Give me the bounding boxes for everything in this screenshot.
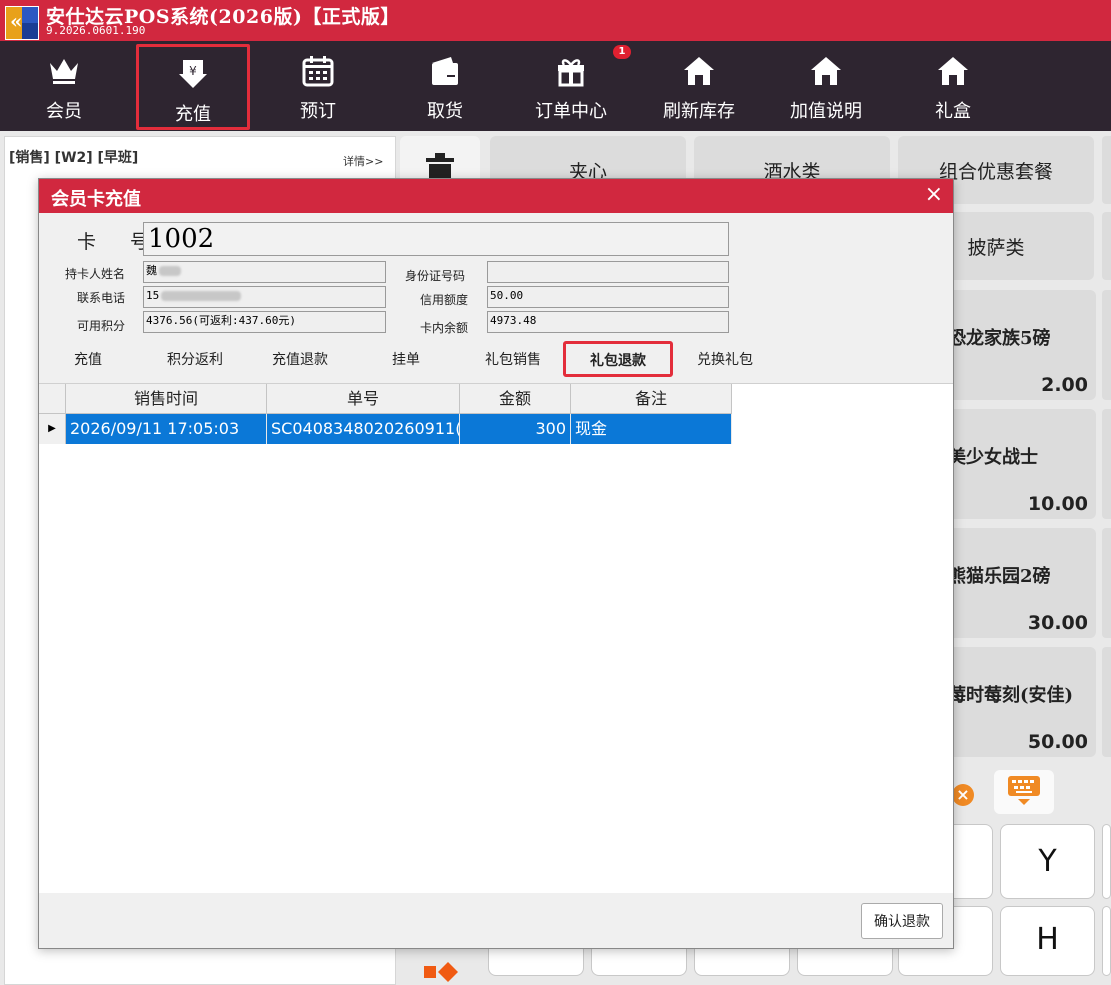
app-logo-icon: « — [5, 6, 39, 40]
keypad-key-h[interactable]: H — [1000, 906, 1095, 976]
category-tile-edge — [1102, 212, 1111, 280]
row-pointer-icon: ▶ — [39, 414, 66, 444]
dialog-title: 会员卡充值 — [51, 189, 141, 210]
toolbar-recharge-label: 充值 — [175, 104, 211, 125]
tab-gift-exchange[interactable]: 兑换礼包 — [697, 349, 753, 369]
product-name: 莓时莓刻(安佳) — [948, 685, 1074, 706]
toolbar-booking-button[interactable]: 预订 — [262, 41, 374, 131]
cell-note: 现金 — [571, 414, 732, 444]
id-number-label: 身份证号码 — [405, 269, 466, 283]
dialog-tabs: 充值 积分返利 充值退款 挂单 礼包销售 礼包退款 兑换礼包 — [39, 339, 953, 377]
yuan-down-icon: ¥ — [179, 60, 207, 88]
product-tile-edge — [1102, 409, 1111, 519]
crown-icon — [50, 59, 78, 84]
phone-value: 15 — [146, 289, 160, 302]
orange-diamond-icon — [424, 962, 458, 982]
tab-recharge-refund[interactable]: 充值退款 — [272, 349, 328, 369]
close-icon[interactable]: × — [925, 182, 943, 207]
home-icon — [684, 57, 714, 85]
tab-points-rebate[interactable]: 积分返利 — [167, 349, 223, 369]
refund-grid: 销售时间 单号 金额 备注 ▶ 2026/09/11 17:05:03 SC04… — [39, 383, 953, 894]
home-icon — [938, 57, 968, 85]
holder-name-field[interactable]: 魏 — [143, 261, 386, 283]
product-name: 恐龙家族5磅 — [948, 328, 1051, 349]
credit-limit-field[interactable]: 50.00 — [487, 286, 729, 308]
card-balance-field[interactable]: 4973.48 — [487, 311, 729, 333]
column-header[interactable]: 备注 — [571, 384, 732, 414]
wallet-icon — [432, 57, 458, 85]
keypad-key[interactable] — [1102, 824, 1111, 899]
tab-gift-refund[interactable]: 礼包退款 — [563, 341, 673, 377]
column-header[interactable]: 销售时间 — [66, 384, 267, 414]
product-tile-edge — [1102, 528, 1111, 638]
phone-field[interactable]: 15 — [143, 286, 386, 308]
toolbar-gift-box-label: 礼盒 — [935, 101, 971, 122]
keyboard-toggle-button[interactable] — [994, 770, 1054, 814]
product-price: 50.00 — [1027, 731, 1088, 753]
keypad-key-y[interactable]: Y — [1000, 824, 1095, 899]
order-center-badge: 1 — [613, 45, 631, 59]
column-header[interactable]: 单号 — [267, 384, 460, 414]
toolbar-member-label: 会员 — [46, 101, 82, 122]
grid-header: 销售时间 单号 金额 备注 — [39, 384, 732, 414]
id-number-field[interactable] — [487, 261, 729, 283]
cell-amount: 300 — [460, 414, 571, 444]
redacted-mask — [159, 266, 181, 276]
points-label: 可用积分 — [77, 319, 126, 333]
toolbar-addon-info-label: 加值说明 — [790, 101, 862, 122]
product-name: 美少女战士 — [948, 447, 1038, 468]
product-name: 熊猫乐园2磅 — [948, 566, 1051, 587]
category-tile-edge — [1102, 136, 1111, 204]
toolbar-pickup-button[interactable]: 取货 — [389, 41, 501, 131]
toolbar-pickup-label: 取货 — [427, 101, 463, 122]
grid-corner — [39, 384, 66, 414]
keypad-key[interactable] — [1102, 906, 1111, 976]
details-link[interactable]: 详情>> — [343, 153, 383, 169]
tab-gift-sale[interactable]: 礼包销售 — [485, 349, 541, 369]
cell-sale-time: 2026/09/11 17:05:03 — [66, 414, 267, 444]
toolbar-gift-box-button[interactable]: 礼盒 — [897, 41, 1009, 131]
toolbar-order-center-button[interactable]: 1 订单中心 — [515, 41, 631, 131]
member-recharge-dialog: 会员卡充值 × 卡 号 1002 持卡人姓名 魏 身份证号码 联系电话 15 信… — [38, 178, 954, 949]
product-price: 2.00 — [1041, 374, 1088, 396]
clear-icon[interactable]: × — [952, 784, 974, 806]
toolbar-refresh-stock-label: 刷新库存 — [663, 101, 735, 122]
shift-info: [销售] [W2] [早班] — [9, 150, 139, 166]
tab-recharge[interactable]: 充值 — [74, 349, 102, 369]
title-bar: « 安仕达云POS系统(2026版)【正式版】 9.2026.0601.190 — [0, 0, 1111, 41]
confirm-refund-button[interactable]: 确认退款 — [861, 903, 943, 939]
home-icon — [811, 57, 841, 85]
redacted-mask — [161, 291, 242, 301]
toolbar-order-center-label: 订单中心 — [535, 101, 607, 122]
product-price: 30.00 — [1027, 612, 1088, 634]
toolbar-member-button[interactable]: 会员 — [8, 41, 120, 131]
credit-limit-label: 信用额度 — [420, 293, 469, 307]
product-tile-edge — [1102, 290, 1111, 400]
calendar-icon — [302, 56, 334, 87]
product-tile-edge — [1102, 647, 1111, 757]
card-balance-label: 卡内余额 — [420, 321, 469, 335]
phone-label: 联系电话 — [77, 291, 126, 305]
points-field[interactable]: 4376.56(可返利:437.60元) — [143, 311, 386, 333]
holder-name-label: 持卡人姓名 — [65, 267, 126, 281]
gift-icon — [558, 59, 584, 87]
toolbar-recharge-button[interactable]: ¥ 充值 — [136, 44, 250, 130]
column-header[interactable]: 金额 — [460, 384, 571, 414]
toolbar-addon-info-button[interactable]: 加值说明 — [770, 41, 882, 131]
toolbar-booking-label: 预订 — [300, 101, 336, 122]
main-toolbar: 会员 ¥ 充值 预订 取货 1 订单中心 刷新库存 加值说明 礼盒 — [0, 41, 1111, 131]
dialog-footer: 确认退款 — [39, 893, 953, 948]
holder-name-value: 魏 — [146, 264, 157, 277]
table-row[interactable]: ▶ 2026/09/11 17:05:03 SC0408348020260911… — [39, 414, 732, 444]
svg-text:¥: ¥ — [189, 64, 197, 78]
product-price: 10.00 — [1027, 493, 1088, 515]
dialog-header: 会员卡充值 × — [39, 179, 953, 213]
card-number-input[interactable]: 1002 — [143, 222, 729, 256]
cell-order-no: SC0408348020260911( — [267, 414, 460, 444]
toolbar-refresh-stock-button[interactable]: 刷新库存 — [643, 41, 755, 131]
tab-pending-order[interactable]: 挂单 — [392, 349, 420, 369]
app-version: 9.2026.0601.190 — [46, 24, 146, 37]
keyboard-icon — [1008, 776, 1040, 805]
